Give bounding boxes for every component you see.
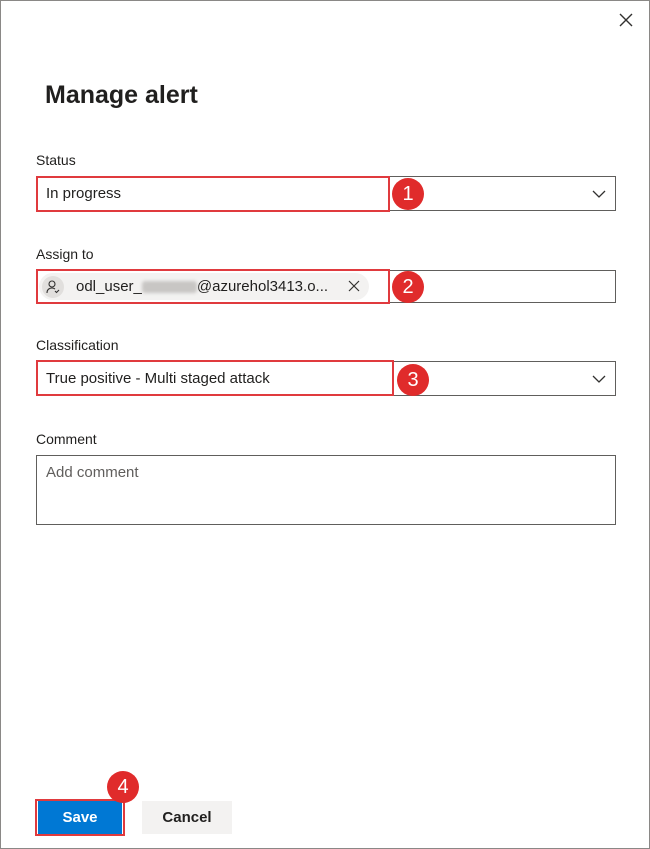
comment-textarea[interactable]: Add comment	[36, 455, 616, 525]
comment-placeholder: Add comment	[46, 464, 139, 481]
step-badge-2: 2	[392, 271, 424, 303]
assign-to-picker[interactable]: odl_user_ @azurehol3413.o...	[36, 270, 616, 303]
close-button[interactable]	[613, 7, 639, 33]
close-icon	[619, 13, 633, 27]
status-label: Status	[36, 152, 76, 168]
remove-user-icon[interactable]	[347, 279, 361, 293]
step-badge-3: 3	[397, 364, 429, 396]
cancel-button[interactable]: Cancel	[142, 801, 232, 834]
avatar	[42, 275, 64, 298]
user-prefix: odl_user_	[76, 278, 142, 295]
manage-alert-panel: Manage alert Status In progress Assign t…	[0, 0, 650, 849]
save-button[interactable]: Save	[38, 801, 122, 834]
dialog-title: Manage alert	[45, 81, 198, 109]
chevron-down-icon	[592, 375, 606, 383]
chevron-down-icon	[592, 190, 606, 198]
step-badge-4: 4	[107, 771, 139, 803]
assigned-user-chip: odl_user_ @azurehol3413.o...	[39, 273, 369, 300]
redacted-id	[141, 281, 197, 294]
status-value: In progress	[46, 185, 122, 202]
assigned-user-text: odl_user_ @azurehol3413.o...	[76, 278, 328, 295]
assign-to-label: Assign to	[36, 246, 94, 262]
classification-label: Classification	[36, 337, 119, 353]
user-suffix: @azurehol3413.o...	[196, 278, 329, 295]
classification-value: True positive - Multi staged attack	[46, 370, 270, 387]
status-dropdown[interactable]: In progress	[36, 176, 616, 211]
comment-label: Comment	[36, 431, 97, 447]
classification-dropdown[interactable]: True positive - Multi staged attack	[36, 361, 616, 396]
step-badge-1: 1	[392, 178, 424, 210]
person-icon	[46, 279, 60, 293]
